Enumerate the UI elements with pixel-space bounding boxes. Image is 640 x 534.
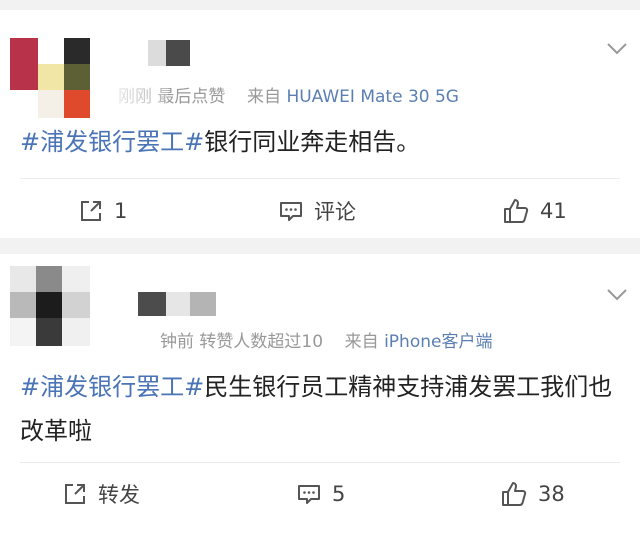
comment-label: 评论 <box>314 200 356 224</box>
chevron-down-icon[interactable] <box>606 42 628 56</box>
hashtag-link[interactable]: #浦发银行罢工# <box>20 373 204 401</box>
share-button[interactable]: 转发 <box>62 476 140 512</box>
hashtag-link[interactable]: #浦发银行罢工# <box>20 128 204 156</box>
from-label: 来自 <box>247 87 282 107</box>
like-icon <box>502 482 527 506</box>
comment-button[interactable]: 5 <box>296 476 345 512</box>
like-count: 41 <box>540 199 567 223</box>
share-button[interactable]: 1 <box>78 193 127 229</box>
like-button[interactable]: 41 <box>502 193 567 229</box>
post-source-link[interactable]: HUAWEI Mate 30 5G <box>286 87 459 107</box>
comment-button[interactable]: 评论 <box>278 193 356 229</box>
comment-icon <box>280 202 302 221</box>
avatar[interactable] <box>10 266 90 346</box>
like-icon <box>504 199 529 223</box>
share-count: 1 <box>114 199 128 223</box>
share-label: 转发 <box>98 483 140 507</box>
avatar[interactable] <box>10 38 90 118</box>
divider <box>20 178 620 179</box>
blur-overlay <box>114 80 168 104</box>
post-meta: 刚刚 最后点赞 来自 HUAWEI Mate 30 5G <box>114 80 459 107</box>
divider <box>20 462 620 463</box>
like-button[interactable]: 38 <box>500 476 565 512</box>
post-content: #浦发银行罢工#民生银行员工精神支持浦发罢工我们也改革啦 <box>20 365 620 453</box>
post-content: #浦发银行罢工#银行同业奔走相告。 <box>20 120 620 164</box>
post-card[interactable]: 钟前 转赞人数超过10 来自 iPhone客户端 #浦发银行罢工#民生银行员工精… <box>0 254 640 534</box>
from-label: 来自 <box>344 332 379 352</box>
post-meta: 钟前 转赞人数超过10 来自 iPhone客户端 <box>160 327 492 352</box>
post-note: 转赞人数超过10 <box>199 332 324 352</box>
share-icon <box>81 201 101 221</box>
post-time: 钟前 <box>160 332 194 352</box>
share-icon <box>65 484 85 504</box>
post-text: 银行同业奔走相告。 <box>204 128 421 156</box>
post-source-link[interactable]: iPhone客户端 <box>384 332 492 352</box>
chevron-down-icon[interactable] <box>606 288 628 302</box>
like-count: 38 <box>538 482 565 506</box>
post-card[interactable]: 刚刚 最后点赞 来自 HUAWEI Mate 30 5G #浦发银行罢工#银行同… <box>0 10 640 238</box>
comment-icon <box>298 485 320 504</box>
comment-count: 5 <box>332 482 346 506</box>
